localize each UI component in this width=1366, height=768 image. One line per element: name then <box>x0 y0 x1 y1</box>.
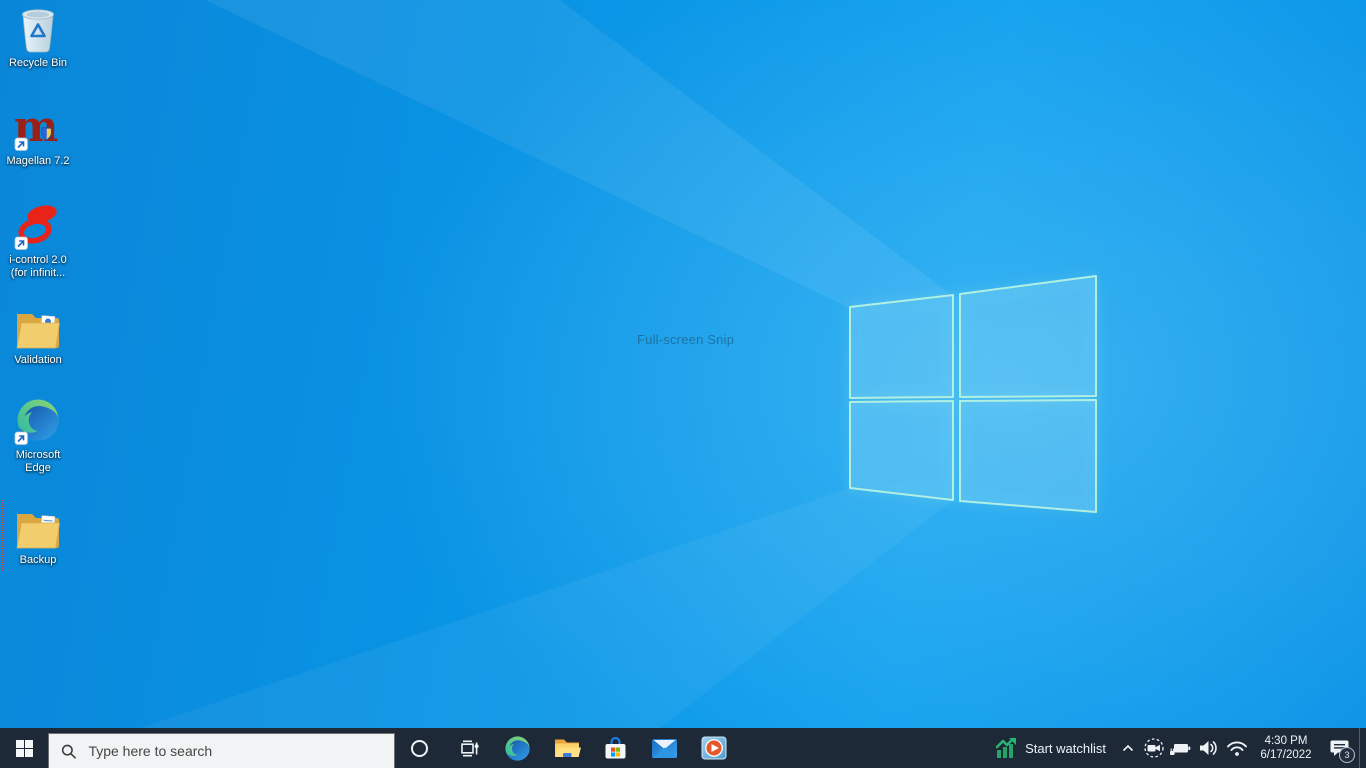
start-button[interactable] <box>0 728 48 768</box>
wifi-icon <box>1226 741 1247 756</box>
media-player-button[interactable] <box>689 728 738 768</box>
desktop-icon-label: Backup <box>19 554 57 566</box>
speaker-icon <box>1199 741 1217 755</box>
chevron-up-icon <box>1122 744 1134 752</box>
desktop-screen: Full-screen Snip Recycle Bin m Magellan … <box>0 0 1366 768</box>
notification-count-badge: 3 <box>1339 747 1355 763</box>
system-tray: Start watchlist 4:30 PM 6/17/2022 3 <box>985 728 1366 768</box>
desktop-icon-backup-selected[interactable]: Backup <box>2 500 74 571</box>
edge-taskbar-button[interactable] <box>493 728 542 768</box>
taskbar: Start watchlist <box>0 728 1366 768</box>
magellan-icon: m <box>14 104 62 152</box>
desktop-icon-label: Recycle Bin <box>8 57 68 69</box>
mail-button[interactable] <box>640 728 689 768</box>
desktop-icon-recycle-bin[interactable]: Recycle Bin <box>0 6 76 70</box>
task-view-button[interactable] <box>444 728 493 768</box>
action-center-button[interactable]: 3 <box>1321 728 1359 768</box>
shortcut-arrow-icon <box>14 137 28 151</box>
watchlist-label: Start watchlist <box>1025 740 1106 756</box>
edge-icon <box>14 398 62 446</box>
media-player-icon <box>701 736 726 760</box>
mail-icon <box>652 738 677 758</box>
cortana-button[interactable] <box>395 728 444 768</box>
watchlist-chart-icon <box>995 737 1017 758</box>
desktop-icon-label-line2: Edge <box>25 462 51 474</box>
cortana-icon <box>411 739 428 757</box>
clock-date: 6/17/2022 <box>1260 749 1312 761</box>
show-hidden-icons-button[interactable] <box>1116 728 1140 768</box>
fullscreen-snip-watermark: Full-screen Snip <box>637 332 735 347</box>
file-explorer-button[interactable] <box>542 728 591 768</box>
windows-logo-wallpaper <box>849 275 1097 513</box>
edge-icon <box>505 735 530 761</box>
search-icon <box>61 744 76 759</box>
battery-charging-icon <box>1170 743 1191 755</box>
microsoft-store-icon <box>605 736 626 758</box>
shortcut-arrow-icon <box>14 236 28 250</box>
folder-icon <box>14 503 62 551</box>
folder-icon <box>14 303 62 351</box>
meet-now-camera-icon <box>1143 738 1164 758</box>
meet-now-button[interactable] <box>1140 728 1167 768</box>
desktop-icon-magellan[interactable]: m Magellan 7.2 <box>0 104 76 168</box>
battery-button[interactable] <box>1167 728 1194 768</box>
clock-time: 4:30 PM <box>1264 735 1308 747</box>
desktop-icon-validation[interactable]: Validation <box>0 303 76 367</box>
desktop-icon-label: i-control 2.0 <box>9 254 67 266</box>
windows-start-icon <box>15 739 33 757</box>
desktop-icon-label: Microsoft <box>15 449 61 461</box>
i-control-icon <box>14 203 62 251</box>
desktop-icon-microsoft-edge[interactable]: Microsoft Edge <box>0 398 76 475</box>
volume-button[interactable] <box>1194 728 1222 768</box>
start-watchlist-button[interactable]: Start watchlist <box>985 728 1116 768</box>
desktop-icon-i-control[interactable]: i-control 2.0 (for infinit... <box>0 203 76 280</box>
desktop-icon-label: Validation <box>14 354 62 366</box>
show-desktop-button[interactable] <box>1359 728 1366 768</box>
taskbar-search-box[interactable] <box>48 733 395 768</box>
store-button[interactable] <box>591 728 640 768</box>
search-input[interactable] <box>86 742 382 760</box>
clock[interactable]: 4:30 PM 6/17/2022 <box>1251 728 1321 768</box>
wallpaper: Full-screen Snip <box>0 0 1366 728</box>
desktop-icon-label-line2: (for infinit... <box>10 267 66 279</box>
desktop-icon-label: Magellan 7.2 <box>6 155 70 167</box>
recycle-bin-icon <box>16 6 60 54</box>
wifi-button[interactable] <box>1222 728 1251 768</box>
file-explorer-icon <box>554 739 581 757</box>
shortcut-arrow-icon <box>14 431 28 445</box>
task-view-icon <box>460 740 479 756</box>
